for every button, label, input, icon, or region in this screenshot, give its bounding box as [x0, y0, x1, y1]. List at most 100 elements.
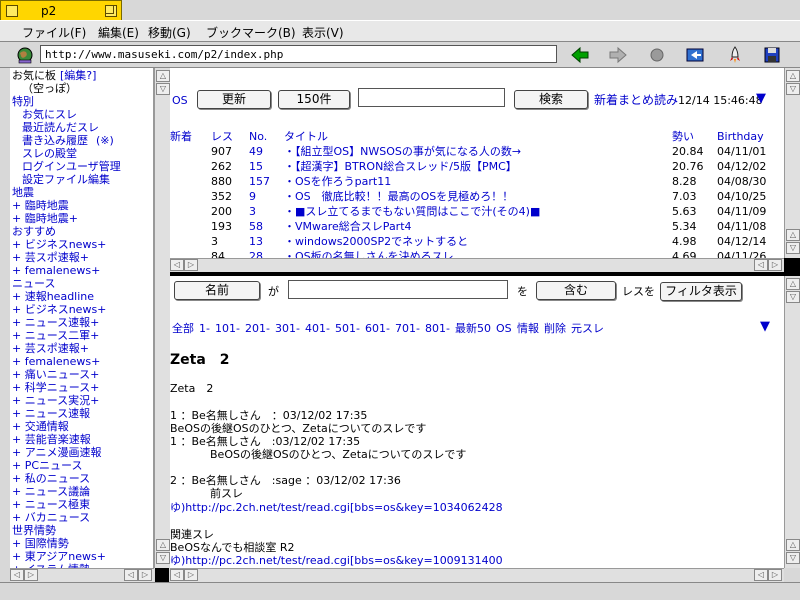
thread-number-link[interactable]: 3 [249, 205, 256, 218]
sidebar-link[interactable]: + ニュース速報 [12, 408, 90, 420]
scroll-left-icon[interactable]: ◁ [124, 569, 138, 581]
thread-view-horizontal-scrollbar[interactable]: ◁ ▷ ◁ ▷ [170, 568, 784, 582]
sidebar-link[interactable]: + 芸能音楽速報 [12, 434, 91, 446]
sidebar-link[interactable]: + femalenews+ [12, 265, 100, 277]
globe-icon[interactable] [16, 46, 34, 64]
thread-number-link[interactable]: 58 [249, 220, 263, 233]
res-range-link[interactable]: 801- [425, 322, 450, 335]
scroll-left-icon[interactable]: ◁ [10, 569, 24, 581]
sidebar-horizontal-scrollbar[interactable]: ◁ ▷ ◁ ▷ [10, 568, 154, 582]
sidebar-link[interactable]: + 芸スポ速報+ [12, 252, 89, 264]
res-range-link[interactable]: 1- [199, 322, 210, 335]
scroll-right-icon[interactable]: ▷ [184, 569, 198, 581]
res-range-link[interactable]: 701- [395, 322, 420, 335]
res-range-link[interactable]: 全部 [172, 322, 194, 335]
down-arrow-icon[interactable]: ▼ [756, 92, 766, 105]
sidebar-link[interactable]: + 科学ニュース+ [12, 382, 99, 394]
thread-action-link[interactable]: 削除 [544, 322, 566, 335]
menu-bookmarks[interactable]: ブックマーク(B) [206, 24, 296, 41]
count-button[interactable]: 150件 [278, 90, 350, 109]
post-link[interactable]: ゆ)http://pc.2ch.net/test/read.cgi[bbs=os… [170, 554, 503, 567]
thread-title-link[interactable]: ・【組立型OS】NWSOSの事が気になる人の数→ [284, 145, 521, 158]
sidebar-link[interactable]: + ビジネスnews+ [12, 304, 106, 316]
sidebar-link[interactable]: + PCニュース [12, 460, 82, 472]
scroll-down-icon[interactable]: ▽ [786, 552, 800, 564]
col-header-ikioi[interactable]: 勢い [672, 130, 694, 143]
thread-title-link[interactable]: ・VMware総合スレPart4 [284, 220, 412, 233]
filter-show-button[interactable]: フィルタ表示 [660, 282, 742, 301]
scroll-left-icon[interactable]: ◁ [754, 259, 768, 271]
sidebar-link[interactable]: (※) [96, 135, 114, 147]
post-link[interactable]: ゆ)http://pc.2ch.net/test/read.cgi[bbs=os… [170, 501, 503, 514]
scroll-up-icon[interactable]: △ [786, 229, 800, 241]
forward-icon[interactable] [608, 46, 628, 64]
scroll-right-icon[interactable]: ▷ [768, 569, 782, 581]
thread-action-link[interactable]: 元スレ [571, 322, 604, 335]
menu-file[interactable]: ファイル(F) [22, 24, 86, 41]
thread-list-vertical-scrollbar[interactable]: △ ▽ △ ▽ [784, 68, 800, 258]
thread-title-link[interactable]: ・OSを作ろうpart11 [284, 175, 391, 188]
scroll-up-icon[interactable]: △ [786, 70, 800, 82]
thread-title-link[interactable]: ・windows2000SP2でネットすると [284, 235, 468, 248]
window-tab[interactable]: p2 [0, 0, 122, 20]
summary-link[interactable]: 新着まとめ読み [594, 94, 678, 107]
sidebar-link[interactable]: + ニュース速報+ [12, 317, 99, 329]
menu-view[interactable]: 表示(V) [302, 24, 344, 41]
scroll-right-icon[interactable]: ▷ [184, 259, 198, 271]
sidebar-link[interactable]: + 痛いニュース+ [12, 369, 99, 381]
thread-number-link[interactable]: 157 [249, 175, 270, 188]
col-header-no[interactable]: No. [249, 130, 267, 143]
sidebar-link[interactable]: + ニュース二軍+ [12, 330, 99, 342]
filter-match-select[interactable]: 含む [536, 281, 616, 300]
sidebar-link[interactable]: + ニュース実況+ [12, 395, 99, 407]
scroll-up-icon[interactable]: △ [156, 70, 170, 82]
thread-title-link[interactable]: ・OS 徹底比較！！最高のOSを見極めろ！！ [284, 190, 513, 203]
sidebar-link[interactable]: [編集?] [60, 70, 96, 82]
res-range-link[interactable]: 最新50 [455, 322, 491, 335]
sidebar-link[interactable]: + 私のニュース [12, 473, 90, 485]
thread-number-link[interactable]: 28 [249, 250, 263, 258]
filter-field-select[interactable]: 名前 [174, 281, 260, 300]
thread-action-link[interactable]: 情報 [517, 322, 539, 335]
search-button[interactable]: 検索 [514, 90, 588, 109]
col-header-birthday[interactable]: Birthday [717, 130, 764, 143]
scroll-up-icon[interactable]: △ [156, 539, 170, 551]
scroll-down-icon[interactable]: ▽ [786, 291, 800, 303]
resize-corner[interactable] [784, 568, 800, 582]
thread-number-link[interactable]: 9 [249, 190, 256, 203]
sidebar-link[interactable]: + ニュース議論 [12, 486, 90, 498]
url-field[interactable]: http://www.masuseki.com/p2/index.php [40, 45, 557, 63]
scroll-down-icon[interactable]: ▽ [786, 83, 800, 95]
sidebar-vertical-scrollbar[interactable]: △ ▽ △ ▽ [154, 68, 170, 568]
thread-list-horizontal-scrollbar[interactable]: ◁ ▷ ◁ ▷ [170, 258, 784, 272]
scroll-left-icon[interactable]: ◁ [170, 569, 184, 581]
sidebar-link[interactable]: お気にスレ [22, 109, 77, 121]
menu-edit[interactable]: 編集(E) [98, 24, 139, 41]
board-search-input[interactable] [358, 88, 505, 107]
sidebar-link[interactable]: スレの殿堂 [22, 148, 77, 160]
scroll-left-icon[interactable]: ◁ [754, 569, 768, 581]
res-range-link[interactable]: 101- [215, 322, 240, 335]
col-header-new[interactable]: 新着 [170, 130, 192, 143]
scroll-down-icon[interactable]: ▽ [156, 552, 170, 564]
board-name-link[interactable]: OS [172, 94, 188, 107]
sidebar-link[interactable]: + 国際情勢 [12, 538, 69, 550]
sidebar-link[interactable]: 設定ファイル編集 [22, 174, 110, 186]
thread-view-vertical-scrollbar[interactable]: △ ▽ △ ▽ [784, 276, 800, 568]
col-header-title[interactable]: タイトル [284, 130, 328, 143]
scroll-down-icon[interactable]: ▽ [786, 242, 800, 254]
scroll-right-icon[interactable]: ▷ [24, 569, 38, 581]
save-icon[interactable] [762, 46, 782, 64]
sidebar-link[interactable]: + ニュース極東 [12, 499, 90, 511]
filter-input[interactable] [288, 280, 508, 299]
res-range-link[interactable]: 501- [335, 322, 360, 335]
rocket-icon[interactable] [725, 46, 745, 64]
sidebar-link[interactable]: + femalenews+ [12, 356, 100, 368]
scroll-right-icon[interactable]: ▷ [768, 259, 782, 271]
sidebar-link[interactable]: + 東アジアnews+ [12, 551, 106, 563]
scroll-up-icon[interactable]: △ [786, 539, 800, 551]
thread-number-link[interactable]: 49 [249, 145, 263, 158]
sidebar-link[interactable]: + バカニュース [12, 512, 90, 524]
sidebar-link[interactable]: 書き込み履歴 [22, 135, 88, 147]
sidebar-link[interactable]: ログインユーザ管理 [22, 161, 121, 173]
